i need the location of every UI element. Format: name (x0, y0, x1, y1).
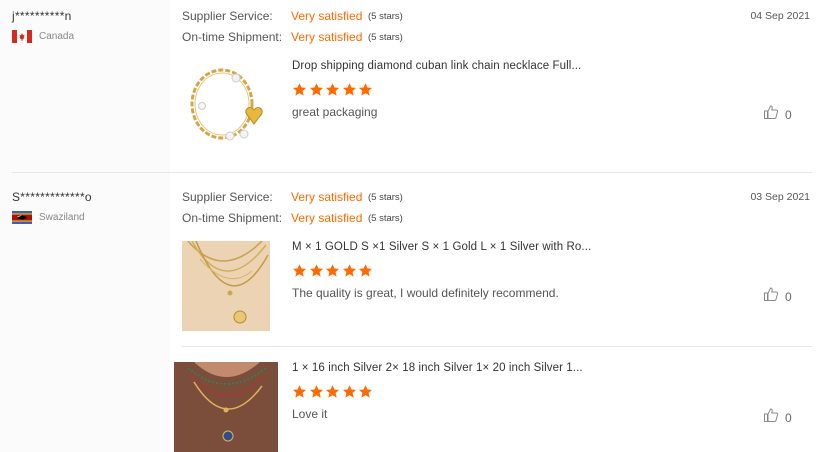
product-title[interactable]: 1 × 16 inch Silver 2× 18 inch Silver 1× … (292, 362, 583, 374)
reviewer-sidebar (0, 0, 170, 452)
product-thumbnail[interactable] (174, 362, 278, 452)
star-icon (309, 385, 323, 398)
rating-stars (292, 82, 373, 97)
like-button[interactable]: 0 (763, 104, 792, 125)
like-button[interactable]: 0 (763, 407, 792, 428)
star-icon (309, 83, 323, 96)
product-title[interactable]: Drop shipping diamond cuban link chain n… (292, 60, 581, 72)
product-thumbnail[interactable] (182, 60, 270, 148)
reviewer-country: Swaziland (39, 212, 85, 223)
star-icon (358, 264, 373, 277)
supplier-service-value: Very satisfied (291, 9, 363, 23)
canada-flag-icon (12, 30, 32, 43)
thumbs-up-icon (763, 286, 779, 307)
shipment-value: Very satisfied (291, 30, 363, 44)
star-icon (358, 83, 373, 96)
review-comment: Love it (292, 407, 328, 421)
reviewer-name: S*************o (12, 190, 92, 204)
review-date: 04 Sep 2021 (750, 10, 810, 22)
product-thumbnail[interactable] (182, 241, 270, 331)
supplier-service-label: Supplier Service: (182, 9, 273, 23)
rating-stars (292, 263, 373, 278)
star-icon (342, 264, 356, 277)
review-comment: great packaging (292, 105, 378, 119)
star-icon (358, 385, 373, 398)
shipment-stars: (5 stars) (368, 213, 403, 224)
star-icon (342, 83, 356, 96)
like-button[interactable]: 0 (763, 286, 792, 307)
star-icon (292, 83, 307, 96)
shipment-value: Very satisfied (291, 211, 363, 225)
star-icon (325, 83, 340, 96)
product-title[interactable]: M × 1 GOLD S ×1 Silver S × 1 Gold L × 1 … (292, 241, 591, 253)
star-icon (325, 264, 340, 277)
review-comment: The quality is great, I would definitely… (292, 286, 559, 300)
star-icon (292, 385, 307, 398)
thumbs-up-icon (763, 407, 779, 428)
like-count: 0 (785, 410, 792, 425)
review-divider (12, 172, 812, 173)
like-count: 0 (785, 107, 792, 122)
reviewer-name: j**********n (12, 9, 72, 23)
star-icon (325, 385, 340, 398)
star-icon (342, 385, 356, 398)
supplier-service-stars: (5 stars) (368, 192, 403, 203)
shipment-label: On-time Shipment: (182, 211, 283, 225)
shipment-stars: (5 stars) (368, 32, 403, 43)
supplier-service-stars: (5 stars) (368, 11, 403, 22)
like-count: 0 (785, 289, 792, 304)
supplier-service-label: Supplier Service: (182, 190, 273, 204)
reviewer-country: Canada (39, 31, 75, 42)
thumbs-up-icon (763, 104, 779, 125)
star-icon (309, 264, 323, 277)
item-divider (182, 346, 812, 347)
swaziland-flag-icon (12, 211, 32, 224)
shipment-label: On-time Shipment: (182, 30, 283, 44)
star-icon (292, 264, 307, 277)
supplier-service-value: Very satisfied (291, 190, 363, 204)
rating-stars (292, 384, 373, 399)
review-date: 03 Sep 2021 (750, 191, 810, 203)
